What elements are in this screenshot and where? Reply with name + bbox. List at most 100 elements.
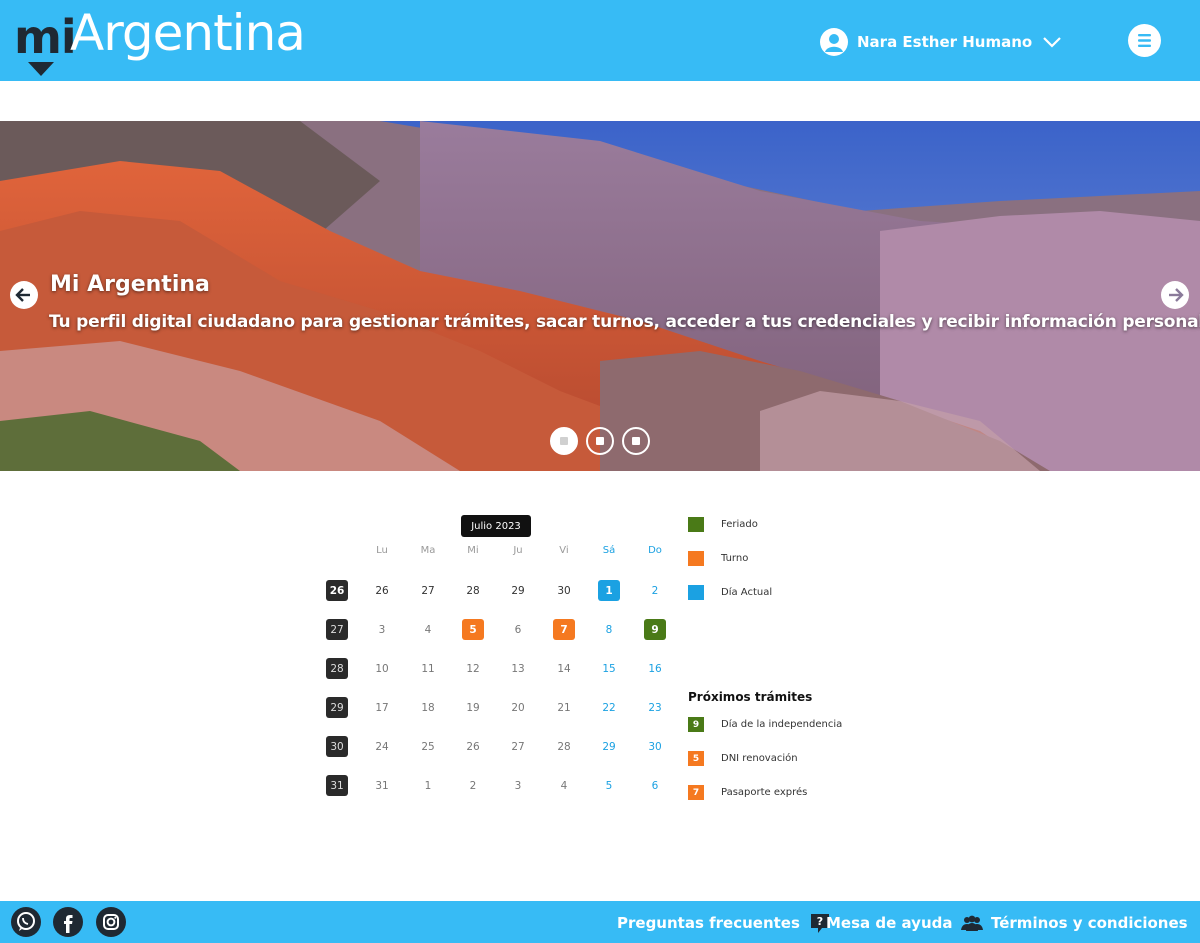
proximo-tramite-item[interactable]: 7 Pasaporte exprés (688, 785, 807, 800)
header: mi Argentina Nara Esther Humano (0, 0, 1200, 81)
calendar-day[interactable]: 30 (644, 736, 666, 757)
calendar-day[interactable]: 14 (553, 658, 575, 679)
calendar-day[interactable]: 17 (371, 697, 393, 718)
tramite-label: DNI renovación (721, 753, 798, 764)
calendar-day[interactable]: 2 (462, 775, 484, 796)
carousel-prev-button[interactable] (10, 281, 38, 309)
calendar-day[interactable]: 27 (507, 736, 529, 757)
calendar-day[interactable]: 28 (553, 736, 575, 757)
svg-text:?: ? (817, 915, 823, 928)
calendar-day[interactable]: 11 (417, 658, 439, 679)
logo-argentina-text: Argentina (70, 4, 306, 62)
calendar-day[interactable]: 18 (417, 697, 439, 718)
calendar-day[interactable]: 10 (371, 658, 393, 679)
calendar-day[interactable]: 4 (417, 619, 439, 640)
facebook-link[interactable] (53, 907, 83, 937)
help-desk-label: Mesa de ayuda (826, 914, 953, 932)
calendar-day[interactable]: 3 (371, 619, 393, 640)
arrow-right-icon (1169, 288, 1184, 302)
calendar-day[interactable]: 29 (507, 580, 529, 601)
week-number: 27 (326, 619, 348, 640)
week-number: 26 (326, 580, 348, 601)
calendar-day[interactable]: 26 (371, 580, 393, 601)
calendar-day[interactable]: 29 (598, 736, 620, 757)
week-number: 31 (326, 775, 348, 796)
proximos-tramites-title: Próximos trámites (688, 690, 813, 704)
day-of-week-header: Lu (376, 545, 388, 556)
calendar-day[interactable]: 23 (644, 697, 666, 718)
calendar-day[interactable]: 7 (553, 619, 575, 640)
calendar-day[interactable]: 30 (553, 580, 575, 601)
calendar-day[interactable]: 9 (644, 619, 666, 640)
calendar-day[interactable]: 1 (598, 580, 620, 601)
hamburger-menu-button[interactable] (1128, 24, 1161, 57)
logo-triangle-icon (28, 62, 54, 76)
faq-link[interactable]: Preguntas frecuentes ? (617, 911, 832, 935)
tramite-day-badge: 9 (688, 717, 704, 732)
calendar-day[interactable]: 4 (553, 775, 575, 796)
arrow-left-icon (15, 288, 30, 302)
proximo-tramite-item[interactable]: 5 DNI renovación (688, 751, 798, 766)
calendar-day[interactable]: 3 (507, 775, 529, 796)
calendar-day[interactable]: 20 (507, 697, 529, 718)
hero-subtitle: Tu perfil digital ciudadano para gestion… (49, 312, 1200, 332)
calendar-day[interactable]: 15 (598, 658, 620, 679)
carousel-next-button[interactable] (1161, 281, 1189, 309)
day-of-week-header: Ju (513, 545, 523, 556)
calendar-day[interactable]: 31 (371, 775, 393, 796)
legend-label: Feriado (721, 519, 758, 530)
terms-label: Términos y condiciones (991, 914, 1188, 932)
legend-item-turno: Turno (688, 551, 748, 566)
dia-actual-swatch (688, 585, 704, 600)
user-avatar-icon (820, 28, 848, 56)
calendar-day[interactable]: 28 (462, 580, 484, 601)
carousel-dot-1[interactable] (550, 427, 578, 455)
day-of-week-header: Vi (559, 545, 569, 556)
calendar-day[interactable]: 2 (644, 580, 666, 601)
calendar-day[interactable]: 16 (644, 658, 666, 679)
calendar-day[interactable]: 27 (417, 580, 439, 601)
week-number: 29 (326, 697, 348, 718)
proximo-tramite-item[interactable]: 9 Día de la independencia (688, 717, 842, 732)
tramite-day-badge: 7 (688, 785, 704, 800)
calendar-day[interactable]: 22 (598, 697, 620, 718)
instagram-icon (103, 914, 119, 930)
calendar-day[interactable]: 1 (417, 775, 439, 796)
instagram-link[interactable] (96, 907, 126, 937)
document-edit-icon (1196, 911, 1200, 935)
week-number: 28 (326, 658, 348, 679)
chevron-down-icon (1043, 37, 1061, 48)
whatsapp-link[interactable] (11, 907, 41, 937)
turno-swatch (688, 551, 704, 566)
calendar-day[interactable]: 8 (598, 619, 620, 640)
logo-mi-text: mi (14, 10, 77, 64)
calendar-day[interactable]: 5 (598, 775, 620, 796)
calendar-day[interactable]: 19 (462, 697, 484, 718)
feriado-swatch (688, 517, 704, 532)
terms-link[interactable]: Términos y condiciones (991, 911, 1200, 935)
tramite-label: Día de la independencia (721, 719, 843, 730)
day-of-week-header: Do (648, 545, 662, 556)
user-menu[interactable]: Nara Esther Humano (820, 27, 1062, 57)
calendar-day[interactable]: 25 (417, 736, 439, 757)
hamburger-icon (1138, 34, 1151, 47)
calendar-day[interactable]: 21 (553, 697, 575, 718)
calendar-day[interactable]: 6 (507, 619, 529, 640)
carousel-indicators (550, 427, 650, 455)
calendar-day[interactable]: 5 (462, 619, 484, 640)
legend-item-dia-actual: Día Actual (688, 585, 772, 600)
carousel-dot-3[interactable] (622, 427, 650, 455)
legend-label: Día Actual (721, 587, 773, 598)
hero-carousel: Mi Argentina Tu perfil digital ciudadano… (0, 121, 1200, 471)
user-name: Nara Esther Humano (857, 33, 1033, 51)
legend-label: Turno (721, 553, 749, 564)
carousel-dot-2[interactable] (586, 427, 614, 455)
calendar-day[interactable]: 26 (462, 736, 484, 757)
calendar-day[interactable]: 6 (644, 775, 666, 796)
calendar-day[interactable]: 24 (371, 736, 393, 757)
help-desk-link[interactable]: Mesa de ayuda (826, 911, 984, 935)
calendar-day[interactable]: 12 (462, 658, 484, 679)
calendar-day[interactable]: 13 (507, 658, 529, 679)
tramite-day-badge: 5 (688, 751, 704, 766)
people-group-icon (961, 915, 984, 931)
